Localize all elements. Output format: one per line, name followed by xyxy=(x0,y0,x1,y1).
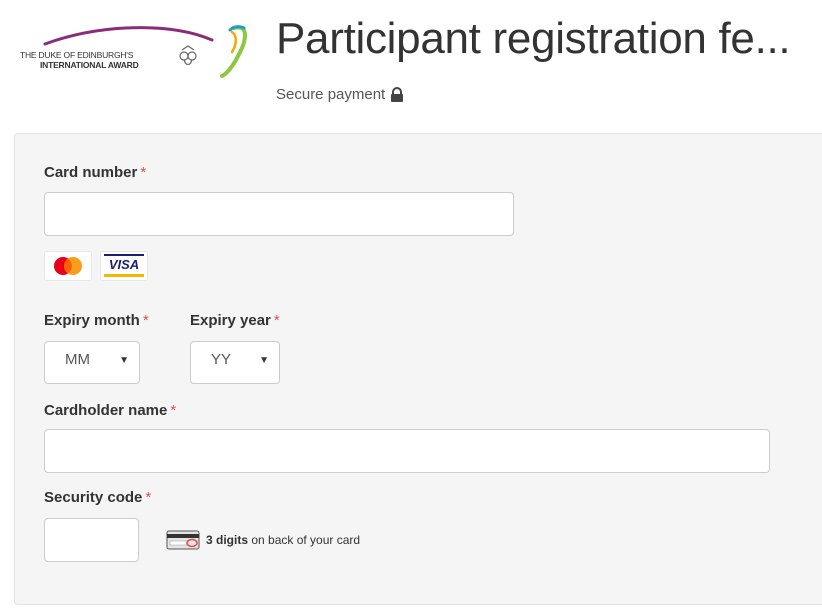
required-marker: * xyxy=(142,312,149,329)
required-marker: * xyxy=(140,164,147,181)
chevron-down-icon: ▼ xyxy=(259,355,269,366)
security-code-hint: 3 digits on back of your card xyxy=(166,530,360,550)
required-marker: * xyxy=(273,312,280,329)
card-number-label-text: Card number xyxy=(44,164,138,181)
expiry-year-label: Expiry year * xyxy=(190,312,280,329)
expiry-month-label-text: Expiry month xyxy=(44,312,140,329)
cardholder-name-label: Cardholder name * xyxy=(44,402,176,419)
page-header: THE DUKE OF EDINBURGH'S INTERNATIONAL AW… xyxy=(0,0,822,130)
cardholder-name-input[interactable] xyxy=(44,429,770,473)
security-hint-bold: 3 digits xyxy=(206,533,249,547)
card-number-input[interactable] xyxy=(44,192,514,236)
secure-payment-text: Secure payment xyxy=(276,86,386,103)
logo-text-line1: THE DUKE OF EDINBURGH'S xyxy=(20,50,134,60)
expiry-month-label: Expiry month * xyxy=(44,312,149,329)
page-title: Participant registration fe... xyxy=(276,14,791,63)
secure-payment-label: Secure payment xyxy=(276,86,405,103)
required-marker: * xyxy=(170,402,177,419)
expiry-month-select[interactable]: MM ▼ xyxy=(44,341,140,384)
expiry-year-value: YY xyxy=(211,351,232,368)
mastercard-icon xyxy=(44,251,92,281)
card-back-icon xyxy=(166,530,200,550)
visa-icon: VISA xyxy=(100,251,148,281)
chevron-down-icon: ▼ xyxy=(119,355,129,366)
security-hint-text: 3 digits on back of your card xyxy=(206,533,360,547)
security-code-label: Security code * xyxy=(44,489,151,506)
card-number-label: Card number * xyxy=(44,164,146,181)
award-logo: THE DUKE OF EDINBURGH'S INTERNATIONAL AW… xyxy=(20,22,250,82)
expiry-year-select[interactable]: YY ▼ xyxy=(190,341,280,384)
required-marker: * xyxy=(145,489,152,506)
expiry-month-value: MM xyxy=(65,351,90,368)
cardholder-name-label-text: Cardholder name xyxy=(44,402,168,419)
security-hint-rest: on back of your card xyxy=(248,533,361,547)
logo-text-line2: INTERNATIONAL AWARD xyxy=(40,60,139,70)
security-code-input[interactable] xyxy=(44,518,139,562)
security-code-label-text: Security code xyxy=(44,489,143,506)
accepted-cards: VISA xyxy=(44,251,148,281)
expiry-year-label-text: Expiry year xyxy=(190,312,271,329)
visa-label: VISA xyxy=(108,257,140,272)
lock-icon xyxy=(391,86,404,102)
